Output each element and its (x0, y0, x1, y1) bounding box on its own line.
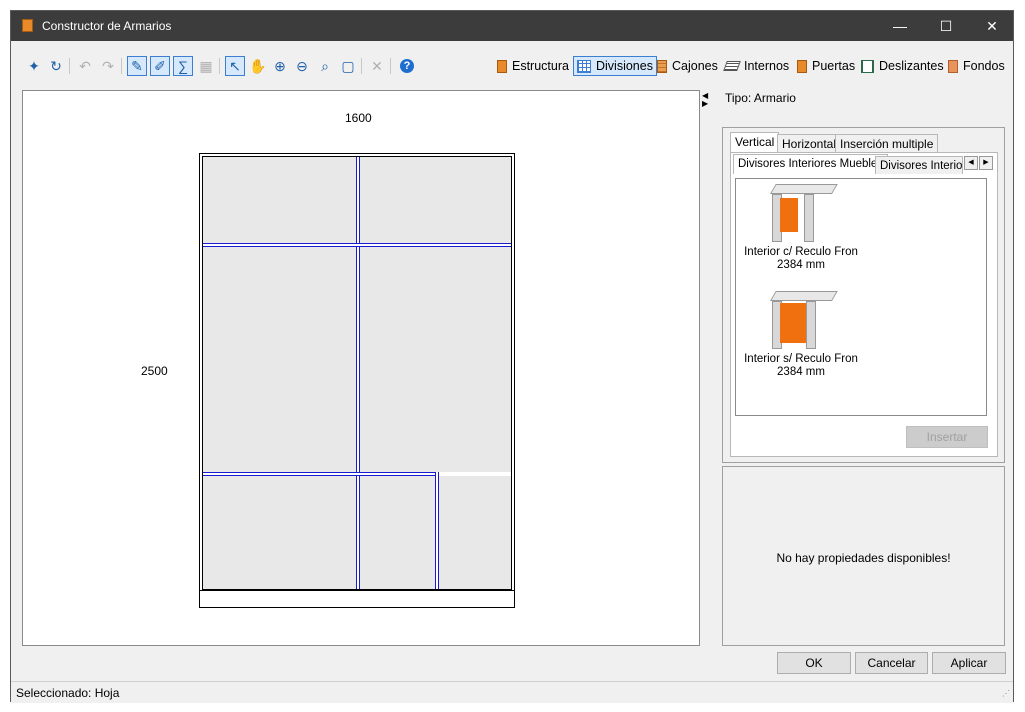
divisions-icon (577, 59, 591, 73)
backs-icon (948, 59, 958, 73)
tab-body: Divisores Interiores Muebles Divisores I… (730, 152, 998, 457)
ribbon-estructura[interactable]: Estructura (494, 56, 572, 76)
tab-scroll-right-icon[interactable]: ▶ (979, 156, 993, 170)
divider-item-list: Interior c/ Reculo Fron 2384 mm Interior… (735, 178, 987, 416)
ribbon-internos[interactable]: Internos (722, 56, 792, 76)
close-button[interactable]: ✕ (969, 11, 1015, 41)
ribbon-label: Cajones (672, 59, 718, 73)
toolbar-separator (219, 58, 220, 74)
ribbon-label: Divisiones (596, 59, 653, 73)
ribbon-deslizantes[interactable]: Deslizantes (858, 56, 947, 76)
tab-vertical[interactable]: Vertical (730, 132, 780, 152)
internals-icon (723, 61, 741, 71)
ribbon-cajones[interactable]: Cajones (654, 56, 721, 76)
panel-splitter-icon[interactable]: ◀ ▶ (702, 92, 710, 112)
pan-hand-icon[interactable]: ✋ (248, 56, 268, 76)
wardrobe-drawing[interactable] (199, 153, 515, 608)
horizontal-divider[interactable] (203, 472, 439, 476)
help-glyph: ? (400, 59, 414, 73)
item-name: Interior s/ Reculo Fron (744, 353, 858, 365)
minimize-button[interactable]: — (877, 11, 923, 41)
ribbon-label: Estructura (512, 59, 569, 73)
resize-grip-icon[interactable]: ⋰ (1002, 689, 1010, 698)
width-dimension-label: 1600 (345, 111, 372, 125)
subtab-divisores-interiores[interactable]: Divisores Interiores (875, 156, 963, 174)
undo-icon[interactable]: ↶ (75, 56, 95, 76)
zoom-in-icon[interactable]: ⊕ (270, 56, 290, 76)
status-bar: Seleccionado: Hoja ⋰ (11, 681, 1013, 703)
new-icon[interactable]: ✦ (24, 56, 44, 76)
toolbar-separator (69, 58, 70, 74)
cancel-button[interactable]: Cancelar (855, 652, 928, 674)
refresh-icon[interactable]: ↻ (46, 56, 66, 76)
tab-insercion-multiple[interactable]: Inserción multiple (835, 134, 939, 152)
horizontal-divider[interactable] (203, 243, 511, 247)
properties-panel: No hay propiedades disponibles! (722, 466, 1005, 646)
ribbon-label: Puertas (812, 59, 856, 73)
drawers-icon (657, 59, 667, 73)
draw-alt-tool-icon[interactable]: ✐ (150, 56, 170, 76)
item-size: 2384 mm (777, 366, 825, 378)
tab-horizontal[interactable]: Horizontal (777, 134, 842, 152)
sliding-icon (861, 59, 874, 73)
compartment[interactable] (203, 157, 356, 243)
ribbon-fondos[interactable]: Fondos (945, 56, 1008, 76)
tab-scroll-left-icon[interactable]: ◀ (964, 156, 978, 170)
no-properties-message: No hay propiedades disponibles! (776, 551, 951, 565)
apply-button[interactable]: Aplicar (932, 652, 1006, 674)
structure-icon (497, 59, 507, 73)
app-icon (22, 19, 33, 32)
toolbar-separator (361, 58, 362, 74)
divider-without-setback-icon (770, 291, 838, 349)
grid-tool-icon[interactable]: ▦ (196, 56, 216, 76)
maximize-button[interactable]: ☐ (923, 11, 969, 41)
doors-icon (797, 59, 807, 73)
list-item[interactable]: Interior c/ Reculo Fron 2384 mm (736, 184, 866, 272)
ribbon-label: Internos (744, 59, 790, 73)
help-icon[interactable]: ? (397, 56, 417, 76)
compartment[interactable] (360, 476, 435, 589)
select-arrow-icon[interactable]: ↖ (225, 56, 245, 76)
ribbon-divisiones[interactable]: Divisiones (573, 56, 657, 76)
insert-panel: Vertical Horizontal Inserción multiple D… (722, 127, 1005, 463)
zoom-fit-icon[interactable]: ⌕ (315, 56, 335, 76)
draw-tool-icon[interactable]: ✎ (127, 56, 147, 76)
ribbon-label: Fondos (963, 59, 1005, 73)
title-bar: Constructor de Armarios — ☐ ✕ (11, 11, 1013, 41)
selection-status: Seleccionado: Hoja (16, 686, 120, 700)
delete-icon[interactable]: ✕ (367, 56, 387, 76)
zoom-out-icon[interactable]: ⊖ (292, 56, 312, 76)
type-label: Tipo: Armario (725, 91, 796, 105)
redo-icon[interactable]: ↷ (98, 56, 118, 76)
height-dimension-label: 2500 (141, 364, 168, 378)
window-icon[interactable]: ▢ (338, 56, 358, 76)
sum-tool-icon[interactable]: ∑ (173, 56, 193, 76)
insert-button[interactable]: Insertar (906, 426, 988, 448)
design-canvas[interactable]: 1600 2500 (22, 90, 700, 646)
ribbon-label: Deslizantes (879, 59, 944, 73)
item-name: Interior c/ Reculo Fron (744, 246, 858, 258)
compartment[interactable] (360, 157, 511, 243)
toolbar-separator (390, 58, 391, 74)
toolbar-separator (121, 58, 122, 74)
toolbar: ✦ ↻ ↶ ↷ ✎ ✐ ∑ ▦ ↖ ✋ ⊕ ⊖ ⌕ ▢ ✕ ? Estructu… (11, 41, 1013, 85)
subtab-divisores-interiores-muebles[interactable]: Divisores Interiores Muebles (733, 154, 889, 174)
ok-button[interactable]: OK (777, 652, 851, 674)
plinth-line (200, 590, 514, 591)
compartment[interactable] (203, 476, 356, 589)
compartment[interactable] (203, 247, 356, 472)
window-title: Constructor de Armarios (42, 19, 172, 33)
compartment[interactable] (360, 247, 511, 472)
compartment[interactable] (439, 476, 511, 589)
vertical-divider[interactable] (435, 472, 439, 589)
vertical-divider[interactable] (356, 157, 360, 589)
divider-with-setback-icon (770, 184, 838, 242)
list-item[interactable]: Interior s/ Reculo Fron 2384 mm (736, 291, 866, 379)
item-size: 2384 mm (777, 259, 825, 271)
main-window: Constructor de Armarios — ☐ ✕ ✦ ↻ ↶ ↷ ✎ … (10, 10, 1014, 703)
ribbon-puertas[interactable]: Puertas (794, 56, 858, 76)
